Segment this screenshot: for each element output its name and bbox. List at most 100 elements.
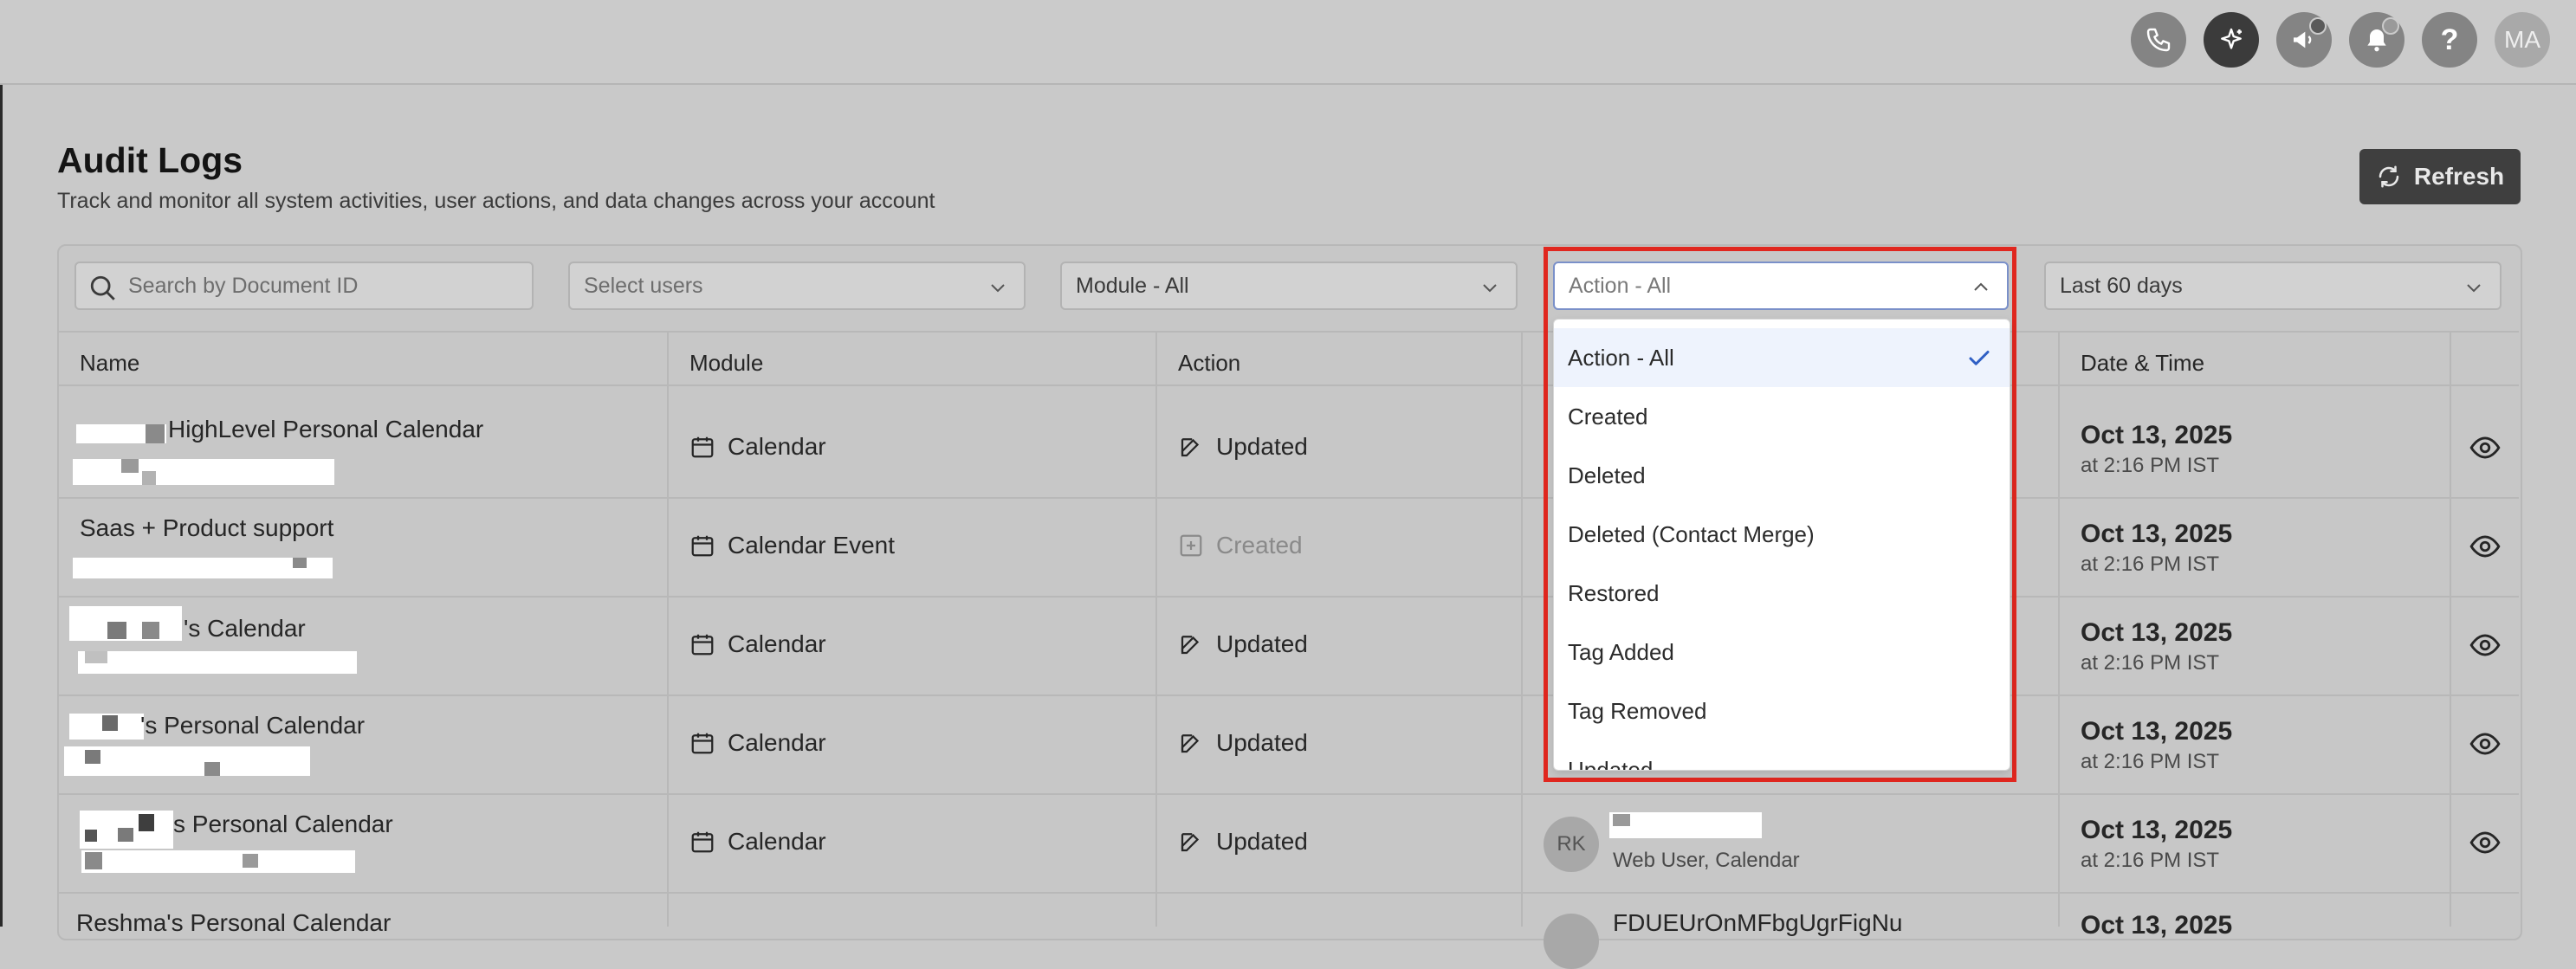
- dropdown-option-updated[interactable]: Updated: [1554, 740, 2010, 771]
- row-module: Calendar: [689, 630, 826, 658]
- row-action-label: Created: [1216, 532, 1303, 559]
- redacted-pixel: [139, 814, 154, 831]
- date-range-value: Last 60 days: [2060, 273, 2183, 298]
- row-name: Saas + Product support: [80, 514, 334, 541]
- column-header-module[interactable]: Module: [689, 350, 763, 377]
- dropdown-option-label: Action - All: [1568, 344, 1674, 371]
- view-eye-icon[interactable]: [2469, 629, 2502, 662]
- help-button[interactable]: ?: [2422, 12, 2477, 68]
- calendar-icon: [691, 634, 714, 656]
- dropdown-option-label: Created: [1568, 403, 1648, 430]
- row-action-label: Updated: [1216, 828, 1308, 855]
- row-action: Created: [1178, 532, 1303, 559]
- row-time: at 2:16 PM IST: [2081, 552, 2220, 576]
- avatar-initials: MA: [2504, 26, 2540, 53]
- edit-icon: [1181, 636, 1200, 655]
- redacted-pixel: [85, 750, 100, 764]
- view-eye-icon[interactable]: [2469, 530, 2502, 563]
- redacted-pixel: [121, 459, 139, 473]
- refresh-button[interactable]: Refresh: [2359, 149, 2521, 204]
- redacted-pixel: [142, 471, 156, 485]
- page-title: Audit Logs: [57, 140, 243, 180]
- row-date: Oct 13, 2025: [2081, 520, 2233, 548]
- chevron-down-icon: [1483, 284, 1497, 293]
- redacted-pixel: [243, 854, 258, 868]
- redacted-pixel: [85, 852, 102, 869]
- row-module-label: Calendar: [728, 630, 826, 657]
- redacted-pixel: [118, 828, 133, 842]
- redacted-pixel: [142, 622, 159, 639]
- redacted-pixel: [146, 424, 165, 443]
- row-action: Updated: [1178, 630, 1308, 658]
- column-divider: [2058, 331, 2060, 927]
- row-action: Updated: [1178, 828, 1308, 856]
- row-date: Oct 13, 2025: [2081, 816, 2233, 844]
- announcements-button[interactable]: [2276, 12, 2332, 68]
- column-header-action[interactable]: Action: [1178, 350, 1240, 377]
- column-divider: [2450, 331, 2451, 927]
- dropdown-option-label: Tag Removed: [1568, 697, 1707, 724]
- row-action-label: Updated: [1216, 630, 1308, 657]
- dropdown-option-restored[interactable]: Restored: [1554, 564, 2010, 623]
- avatar[interactable]: MA: [2495, 12, 2550, 68]
- redacted-text: [1609, 812, 1762, 838]
- row-module: Calendar: [689, 828, 826, 856]
- phone-button[interactable]: [2131, 12, 2186, 68]
- check-icon: [1969, 351, 1990, 365]
- chevron-down-icon: [2467, 284, 2481, 293]
- row-date: Oct 13, 2025: [2081, 421, 2233, 449]
- calendar-icon: [691, 436, 714, 458]
- redacted-pixel: [85, 830, 97, 842]
- row-module-label: Calendar: [728, 729, 826, 756]
- row-user-text: FDUEUrOnMFbgUgrFigNu: [1613, 909, 1903, 936]
- user-meta: Web User, Calendar: [1613, 849, 1800, 872]
- dropdown-option-action-all[interactable]: Action - All: [1554, 328, 2010, 387]
- row-date: Oct 13, 2025: [2081, 618, 2233, 647]
- refresh-icon: [2379, 165, 2399, 188]
- chevron-down-icon: [991, 284, 1005, 293]
- select-users-placeholder: Select users: [584, 273, 703, 298]
- dropdown-option-deleted[interactable]: Deleted: [1554, 446, 2010, 505]
- row-name: HighLevel Personal Calendar: [168, 416, 484, 443]
- dropdown-option-created[interactable]: Created: [1554, 387, 2010, 446]
- row-divider: [57, 793, 2519, 795]
- refresh-label: Refresh: [2413, 163, 2505, 190]
- row-module: Calendar: [689, 729, 826, 757]
- action-dropdown-menu: Action - All Created Deleted Deleted (Co…: [1553, 319, 2010, 771]
- redacted-pixel: [102, 715, 118, 731]
- module-filter-dropdown[interactable]: Module - All: [1060, 262, 1518, 310]
- dropdown-option-tag-removed[interactable]: Tag Removed: [1554, 682, 2010, 740]
- ai-sparkle-button[interactable]: [2204, 12, 2259, 68]
- help-icon: ?: [2440, 23, 2459, 56]
- edit-icon: [1181, 438, 1200, 457]
- column-header-name[interactable]: Name: [80, 350, 139, 377]
- view-eye-icon[interactable]: [2469, 826, 2502, 859]
- row-module: Calendar Event: [689, 532, 895, 559]
- row-divider: [57, 892, 2519, 894]
- row-time: at 2:16 PM IST: [2081, 750, 2220, 773]
- row-name: 's Personal Calendar: [140, 712, 366, 739]
- column-divider: [667, 331, 669, 927]
- search-input[interactable]: Search by Document ID: [74, 262, 534, 310]
- row-time: at 2:16 PM IST: [2081, 651, 2220, 675]
- date-range-dropdown[interactable]: Last 60 days: [2044, 262, 2502, 310]
- row-divider: [57, 694, 2519, 696]
- row-time: at 2:16 PM IST: [2081, 454, 2220, 477]
- view-eye-icon[interactable]: [2469, 431, 2502, 464]
- window-edge: [0, 0, 3, 927]
- select-users-dropdown[interactable]: Select users: [568, 262, 1026, 310]
- row-module-label: Calendar: [728, 433, 826, 460]
- dropdown-option-label: Tag Added: [1568, 638, 1674, 665]
- dropdown-option-deleted-contact-merge[interactable]: Deleted (Contact Merge): [1554, 505, 2010, 564]
- row-date: Oct 13, 2025: [2081, 717, 2233, 746]
- redacted-text: [73, 459, 334, 485]
- notifications-button[interactable]: [2349, 12, 2404, 68]
- column-header-date-time[interactable]: Date & Time: [2081, 350, 2204, 377]
- phone-icon: [2146, 28, 2171, 52]
- row-action: Updated: [1178, 433, 1308, 461]
- row-time: at 2:16 PM IST: [2081, 849, 2220, 872]
- row-action: Updated: [1178, 729, 1308, 757]
- redacted-text: [78, 651, 357, 674]
- dropdown-option-tag-added[interactable]: Tag Added: [1554, 623, 2010, 682]
- view-eye-icon[interactable]: [2469, 727, 2502, 760]
